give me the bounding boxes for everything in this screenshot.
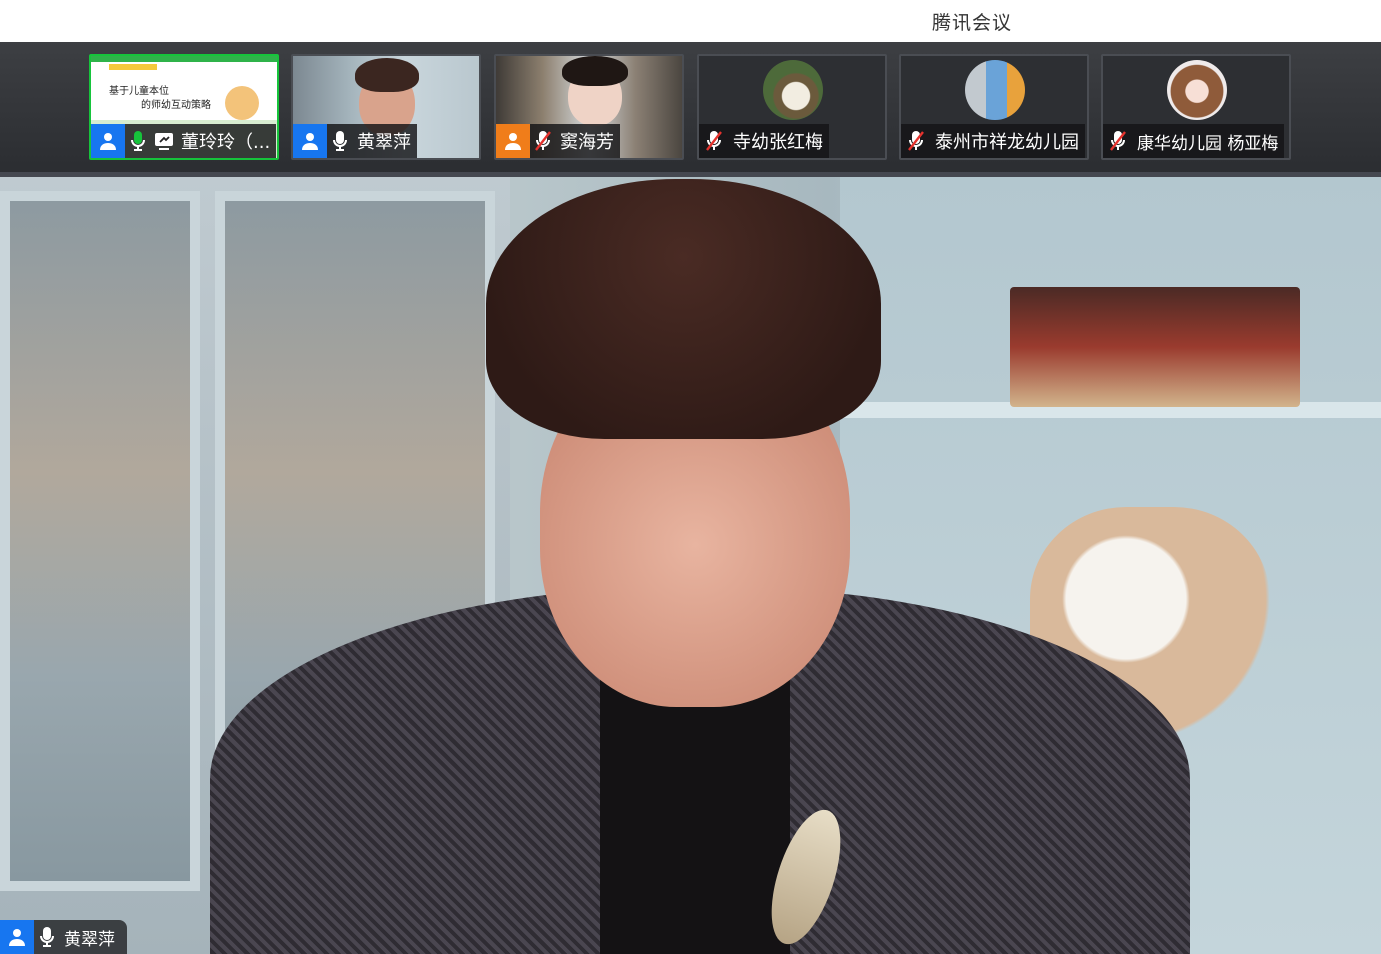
participant-name: 泰州市祥龙幼儿园 bbox=[935, 132, 1079, 153]
participant-namebar: 黄翠萍 bbox=[293, 124, 417, 158]
slide-title-line1: 基于儿童本位 bbox=[109, 86, 169, 97]
participant-name: 窦海芳 bbox=[560, 132, 614, 153]
slide-title-line2: 的师幼互动策略 bbox=[141, 100, 211, 111]
participant-namebar: 寺幼张红梅 bbox=[699, 124, 829, 158]
mic-active-icon[interactable] bbox=[125, 124, 151, 158]
speaker-name: 黄翠萍 bbox=[64, 929, 115, 950]
title-bar: 腾讯会议 bbox=[0, 0, 1381, 42]
participant-tile-4[interactable]: 寺幼张红梅 bbox=[697, 54, 887, 160]
mic-icon[interactable] bbox=[34, 920, 60, 954]
participant-avatar bbox=[965, 60, 1025, 120]
participant-namebar: 康华幼儿园 杨亚梅 bbox=[1103, 124, 1285, 158]
screen-share-icon bbox=[151, 124, 177, 158]
person-icon bbox=[0, 920, 34, 954]
participant-hair bbox=[562, 56, 628, 86]
participant-name: 董玲玲（... bbox=[181, 132, 271, 153]
participant-hair bbox=[355, 58, 419, 92]
mic-muted-icon[interactable] bbox=[1103, 124, 1133, 158]
participant-namebar: 窦海芳 bbox=[496, 124, 620, 158]
participant-tile-1[interactable]: 基于儿童本位 的师幼互动策略 董玲玲（... bbox=[89, 54, 279, 160]
participant-tile-5[interactable]: 泰州市祥龙幼儿园 bbox=[899, 54, 1089, 160]
mic-muted-icon[interactable] bbox=[530, 124, 556, 158]
speaker-namebar: 黄翠萍 bbox=[0, 920, 127, 954]
model-house-decor bbox=[1010, 287, 1300, 407]
cartoon-child-icon bbox=[225, 86, 259, 120]
participant-name: 康华幼儿园 杨亚梅 bbox=[1137, 133, 1279, 154]
participant-namebar: 董玲玲（... bbox=[91, 124, 277, 158]
app-title: 腾讯会议 bbox=[932, 12, 1013, 34]
cabinet-door bbox=[0, 191, 200, 891]
participant-avatar bbox=[763, 60, 823, 120]
participant-name: 黄翠萍 bbox=[357, 132, 411, 153]
participant-strip: 基于儿童本位 的师幼互动策略 董玲玲（... 黄翠萍 窦海芳 寺幼张红梅 泰州市… bbox=[0, 42, 1381, 174]
person-icon bbox=[91, 124, 125, 158]
slide-tag bbox=[109, 64, 157, 70]
mic-muted-icon[interactable] bbox=[901, 124, 931, 158]
slide-band bbox=[91, 56, 277, 62]
participant-tile-3[interactable]: 窦海芳 bbox=[494, 54, 684, 160]
speaker-hair bbox=[486, 179, 881, 439]
participant-tile-2[interactable]: 黄翠萍 bbox=[291, 54, 481, 160]
mic-icon[interactable] bbox=[327, 124, 353, 158]
participant-namebar: 泰州市祥龙幼儿园 bbox=[901, 124, 1085, 158]
participant-tile-6[interactable]: 康华幼儿园 杨亚梅 bbox=[1101, 54, 1291, 160]
main-video[interactable]: 黄翠萍 bbox=[0, 177, 1381, 954]
mic-muted-icon[interactable] bbox=[699, 124, 729, 158]
participant-avatar bbox=[1167, 60, 1227, 120]
person-icon bbox=[293, 124, 327, 158]
person-icon bbox=[496, 124, 530, 158]
participant-name: 寺幼张红梅 bbox=[733, 132, 823, 153]
